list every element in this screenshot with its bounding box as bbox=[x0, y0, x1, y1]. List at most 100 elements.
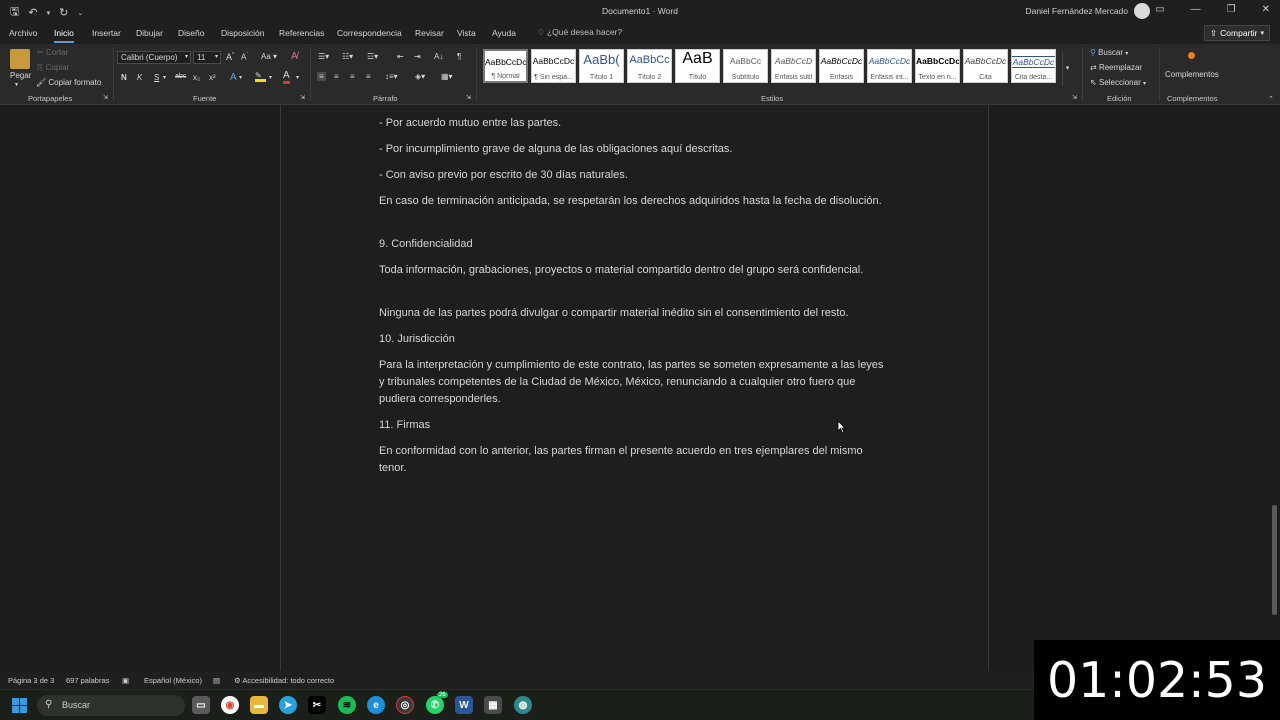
tab-referencias[interactable]: Referencias bbox=[279, 28, 324, 38]
superscript-button[interactable]: x² bbox=[209, 73, 216, 82]
multilevel-list-icon[interactable]: ☲▾ bbox=[367, 52, 378, 61]
style-subtitle[interactable]: AaBbCc Subtítulo bbox=[723, 49, 768, 83]
tab-diseno[interactable]: Diseño bbox=[178, 28, 204, 38]
show-marks-icon[interactable]: ¶ bbox=[457, 52, 461, 61]
styles-more-icon[interactable]: ▾ bbox=[1062, 52, 1072, 86]
redo-icon[interactable]: ↻ bbox=[59, 6, 68, 19]
tab-ayuda[interactable]: Ayuda bbox=[492, 28, 516, 38]
font-launcher-icon[interactable]: ⇲ bbox=[300, 94, 305, 101]
align-right-icon[interactable]: ≡ bbox=[350, 72, 355, 81]
align-left-icon[interactable]: ≡ bbox=[317, 72, 326, 81]
tab-correspondencia[interactable]: Correspondencia bbox=[337, 28, 402, 38]
task-view-icon[interactable]: ▭ bbox=[192, 696, 210, 714]
style-title[interactable]: AaB Título bbox=[675, 49, 720, 83]
clipboard-icon[interactable] bbox=[10, 49, 30, 69]
section-heading[interactable]: 11. Firmas bbox=[379, 417, 884, 434]
shading-icon[interactable]: ◈▾ bbox=[415, 72, 425, 81]
collapse-ribbon-icon[interactable]: ⌃ bbox=[1268, 95, 1274, 103]
change-case-button[interactable]: Aa ▾ bbox=[261, 52, 277, 61]
accessibility-status[interactable]: ⚙ Accesibilidad: todo correcto bbox=[234, 676, 334, 685]
document-page[interactable]: - Por acuerdo mutuo entre las partes. - … bbox=[280, 105, 989, 671]
section-heading[interactable]: 9. Confidencialidad bbox=[379, 236, 884, 253]
undo-dropdown-icon[interactable]: ▾ bbox=[47, 9, 51, 17]
underline-button[interactable]: S bbox=[154, 73, 159, 82]
select-button[interactable]: ⇖ Seleccionar ▾ bbox=[1090, 78, 1146, 87]
sort-icon[interactable]: A↓ bbox=[434, 52, 443, 61]
section-heading[interactable]: 10. Jurisdicción bbox=[379, 331, 884, 348]
italic-button[interactable]: K bbox=[137, 73, 142, 82]
share-button[interactable]: ⇪ Compartir ▾ bbox=[1204, 25, 1270, 41]
whatsapp-icon[interactable]: ✆ bbox=[426, 696, 444, 714]
font-name-field[interactable]: Calibri (Cuerpo) ▾ bbox=[117, 51, 191, 64]
spotify-icon[interactable]: ≋ bbox=[338, 696, 356, 714]
capcut-icon[interactable]: ✂ bbox=[308, 696, 326, 714]
taskbar-search[interactable]: ⚲ Buscar bbox=[37, 695, 185, 716]
doc-paragraph[interactable]: - Por acuerdo mutuo entre las partes. bbox=[379, 115, 884, 132]
bullets-icon[interactable]: ☰▾ bbox=[318, 52, 329, 61]
tab-revisar[interactable]: Revisar bbox=[415, 28, 444, 38]
chrome-icon[interactable]: ◉ bbox=[221, 696, 239, 714]
file-explorer-icon[interactable]: ▬ bbox=[250, 696, 268, 714]
style-no-spacing[interactable]: AaBbCcDc ¶ Sin espa... bbox=[531, 49, 576, 83]
addins-icon[interactable] bbox=[1188, 52, 1195, 59]
chevron-down-icon[interactable]: ▾ bbox=[269, 74, 272, 81]
style-normal[interactable]: AaBbCcDc ¶ Normal bbox=[483, 49, 528, 83]
proofing-icon[interactable]: ▣ bbox=[122, 676, 129, 685]
language-status[interactable]: Español (México) bbox=[144, 676, 202, 685]
find-button[interactable]: ⚲ Buscar ▾ bbox=[1090, 48, 1128, 57]
align-center-icon[interactable]: ≡ bbox=[334, 72, 339, 81]
doc-paragraph[interactable]: En caso de terminación anticipada, se re… bbox=[379, 193, 884, 210]
close-icon[interactable]: ✕ bbox=[1262, 4, 1270, 15]
style-quote[interactable]: AaBbCcDc Cita bbox=[963, 49, 1008, 83]
doc-paragraph[interactable]: En conformidad con lo anterior, las part… bbox=[379, 443, 884, 477]
predictions-icon[interactable]: ▤ bbox=[213, 676, 220, 685]
chevron-down-icon[interactable]: ▾ bbox=[296, 74, 299, 81]
word-count[interactable]: 697 palabras bbox=[66, 676, 109, 685]
doc-paragraph[interactable]: Toda información, grabaciones, proyectos… bbox=[379, 262, 884, 279]
shrink-font-button[interactable]: Aˇ bbox=[241, 52, 248, 62]
grow-font-button[interactable]: A^ bbox=[226, 52, 234, 62]
tell-me-search[interactable]: ♢ ¿Qué desea hacer? bbox=[537, 27, 622, 38]
word-icon[interactable]: W bbox=[455, 696, 473, 714]
style-intense-emphasis[interactable]: AaBbCcDc Énfasis int... bbox=[867, 49, 912, 83]
doc-paragraph[interactable]: Ninguna de las partes podrá divulgar o c… bbox=[379, 305, 884, 322]
page-count[interactable]: Página 3 de 3 bbox=[8, 676, 54, 685]
tab-insertar[interactable]: Insertar bbox=[92, 28, 121, 38]
tab-dibujar[interactable]: Dibujar bbox=[136, 28, 163, 38]
globe-icon[interactable]: ◍ bbox=[514, 696, 532, 714]
user-name[interactable]: Daniel Fernández Mercado bbox=[1025, 6, 1128, 16]
avatar[interactable] bbox=[1134, 3, 1150, 19]
vertical-scrollbar[interactable] bbox=[1268, 105, 1280, 671]
paste-dropdown-icon[interactable]: ▾ bbox=[15, 81, 18, 88]
text-effects-icon[interactable]: A bbox=[230, 72, 237, 83]
tab-disposicion[interactable]: Disposición bbox=[221, 28, 264, 38]
borders-icon[interactable]: ▦▾ bbox=[441, 72, 453, 81]
doc-paragraph[interactable]: Para la interpretación y cumplimiento de… bbox=[379, 357, 884, 408]
strikethrough-button[interactable]: abc bbox=[175, 73, 186, 80]
bold-button[interactable]: N bbox=[121, 73, 127, 82]
highlighter-icon[interactable]: ✎ bbox=[255, 71, 266, 82]
tab-vista[interactable]: Vista bbox=[457, 28, 476, 38]
style-heading-1[interactable]: AaBb(Título 1 bbox=[579, 49, 624, 83]
style-strong[interactable]: AaBbCcDc Texto en n... bbox=[915, 49, 960, 83]
windows-start-icon[interactable] bbox=[12, 698, 27, 713]
edge-icon[interactable]: e bbox=[367, 696, 385, 714]
obs-icon[interactable]: ◎ bbox=[396, 696, 414, 714]
style-intense-quote[interactable]: AaBbCcDc Cita desta... bbox=[1011, 49, 1056, 83]
calculator-icon[interactable]: ▦ bbox=[484, 696, 502, 714]
restore-icon[interactable]: ❐ bbox=[1227, 4, 1236, 15]
copy-button[interactable]: ⎘ Copiar bbox=[37, 63, 69, 73]
increase-indent-icon[interactable]: ⇥ bbox=[414, 52, 421, 61]
justify-icon[interactable]: ≡ bbox=[366, 72, 371, 81]
style-emphasis[interactable]: AaBbCcDc Énfasis bbox=[819, 49, 864, 83]
tab-inicio[interactable]: Inicio bbox=[54, 28, 74, 43]
customize-qat-icon[interactable]: ⌄ bbox=[77, 9, 83, 17]
telegram-icon[interactable]: ➤ bbox=[279, 696, 297, 714]
clear-format-icon[interactable]: A̸ bbox=[291, 51, 298, 62]
font-size-field[interactable]: 11 ▾ bbox=[193, 51, 221, 64]
numbering-icon[interactable]: ☷▾ bbox=[342, 52, 353, 61]
underline-dropdown-icon[interactable]: ▾ bbox=[163, 74, 166, 81]
line-spacing-icon[interactable]: ↕≡▾ bbox=[385, 72, 398, 81]
styles-launcher-icon[interactable]: ⇲ bbox=[1072, 94, 1077, 101]
paste-button[interactable]: Pegar bbox=[10, 71, 31, 80]
